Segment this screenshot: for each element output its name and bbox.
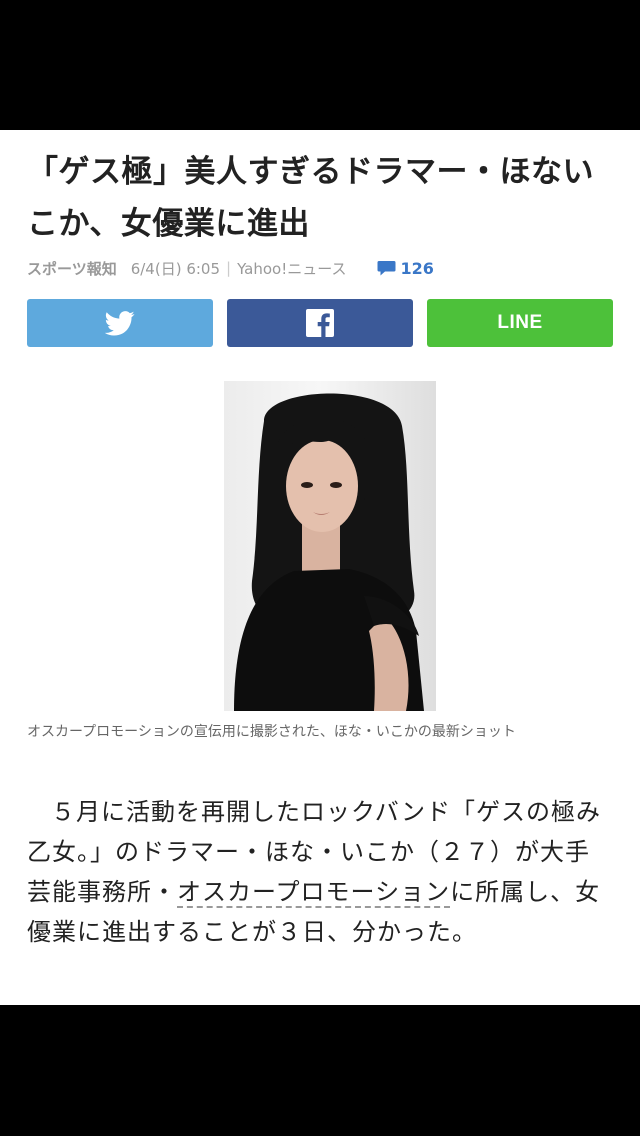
comment-count: 126 bbox=[400, 258, 434, 278]
comment-bubble-icon bbox=[377, 260, 395, 275]
top-black-bar bbox=[0, 0, 640, 130]
share-line-button[interactable]: LINE bbox=[427, 299, 613, 347]
comment-count-link[interactable]: 126 bbox=[377, 259, 434, 278]
article-headline: 「ゲス極」美人すぎるドラマー・ほないこか、女優業に進出 bbox=[27, 154, 594, 242]
article-page: 「ゲス極」美人すぎるドラマー・ほないこか、女優業に進出 スポーツ報知 6/4(日… bbox=[0, 130, 640, 1005]
share-facebook-button[interactable] bbox=[227, 299, 413, 347]
article-provider: Yahoo!ニュース bbox=[237, 259, 347, 278]
photo-caption: オスカープロモーションの宣伝用に撮影された、ほな・いこかの最新ショット bbox=[27, 724, 516, 740]
oscar-promotion-link[interactable]: オスカープロモーション bbox=[177, 878, 451, 908]
article-date: 6/4(日) 6:05 bbox=[130, 259, 221, 278]
article-photo[interactable] bbox=[224, 381, 436, 711]
article-body: ５月に活動を再開したロックバンド「ゲスの極み乙女。」のドラマー・ほな・いこか（２… bbox=[27, 792, 607, 952]
article-meta: スポーツ報知 6/4(日) 6:05 | Yahoo!ニュース 126 bbox=[27, 256, 617, 280]
portrait-image bbox=[234, 393, 424, 711]
twitter-bird-icon bbox=[105, 310, 135, 335]
line-label: LINE bbox=[497, 312, 543, 333]
bottom-black-bar bbox=[0, 1005, 640, 1136]
meta-separator: | bbox=[226, 259, 232, 277]
article-source[interactable]: スポーツ報知 bbox=[27, 258, 117, 279]
facebook-f-icon bbox=[306, 309, 334, 337]
share-twitter-button[interactable] bbox=[27, 299, 213, 347]
